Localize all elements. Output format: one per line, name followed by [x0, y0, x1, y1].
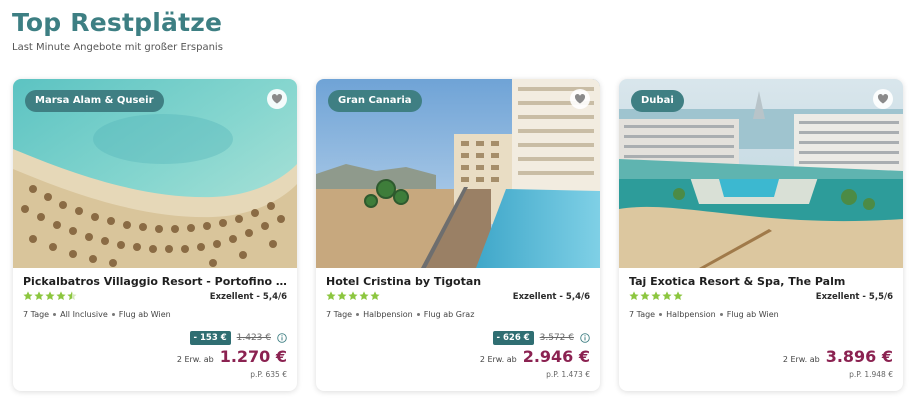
duration: 7 Tage	[629, 310, 656, 319]
star-icon	[45, 291, 55, 301]
half-star-icon	[67, 291, 77, 301]
duration: 7 Tage	[326, 310, 353, 319]
region-badge: Dubai	[631, 90, 684, 112]
price-row: 2 Erw. ab 3.896 €	[783, 347, 893, 367]
discount-badge: - 626 €	[492, 331, 534, 345]
section-title: Top Restplätze	[12, 8, 223, 37]
total-price: 1.270 €	[219, 347, 287, 366]
star-icon	[337, 291, 347, 301]
persons-label: 2 Erw. ab	[479, 355, 517, 364]
hotel-name[interactable]: Hotel Cristina by Tigotan	[326, 275, 592, 288]
offer-details: 7 Tage Halbpension Flug ab Wien	[629, 310, 779, 319]
departure-airport: Flug ab Wien	[726, 310, 779, 319]
persons-label: 2 Erw. ab	[176, 355, 214, 364]
price-row: 2 Erw. ab 1.270 €	[177, 347, 287, 367]
old-price: 1.423 €	[236, 333, 271, 343]
star-icon	[640, 291, 650, 301]
guest-rating: Exzellent - 5,4/6	[209, 292, 287, 302]
discount-row: - 153 € 1.423 €	[189, 331, 287, 345]
hotel-name[interactable]: Pickalbatros Villaggio Resort - Portofin…	[23, 275, 289, 288]
star-icon	[359, 291, 369, 301]
star-icon	[662, 291, 672, 301]
star-rating	[326, 291, 380, 301]
price-per-person: p.P. 1.948 €	[849, 370, 893, 379]
offer-card-gran-canaria[interactable]: Gran Canaria Hotel Cristina by Tigotan E…	[316, 79, 600, 391]
departure-airport: Flug ab Graz	[423, 310, 475, 319]
star-icon	[629, 291, 639, 301]
info-icon[interactable]	[580, 333, 590, 343]
persons-label: 2 Erw. ab	[782, 355, 820, 364]
hotel-name[interactable]: Taj Exotica Resort & Spa, The Palm	[629, 275, 895, 288]
price-per-person: p.P. 635 €	[250, 370, 287, 379]
section-subtitle: Last Minute Angebote mit großer Erspanis	[12, 42, 223, 53]
total-price: 2.946 €	[522, 347, 590, 366]
star-icon	[23, 291, 33, 301]
star-rating	[629, 291, 683, 301]
discount-badge: - 153 €	[189, 331, 231, 345]
offer-card-marsa-alam[interactable]: Marsa Alam & Quseir Pickalbatros Villagg…	[13, 79, 297, 391]
price-per-person: p.P. 1.473 €	[546, 370, 590, 379]
star-icon	[673, 291, 683, 301]
old-price: 3.572 €	[539, 333, 574, 343]
board-type: All Inclusive	[60, 310, 108, 319]
offer-details: 7 Tage Halbpension Flug ab Graz	[326, 310, 474, 319]
star-icon	[348, 291, 358, 301]
favorite-heart-icon[interactable]	[873, 89, 893, 109]
price-row: 2 Erw. ab 2.946 €	[480, 347, 590, 367]
star-icon	[326, 291, 336, 301]
offer-card-dubai[interactable]: Dubai Taj Exotica Resort & Spa, The Palm…	[619, 79, 903, 391]
guest-rating: Exzellent - 5,5/6	[815, 292, 893, 302]
board-type: Halbpension	[666, 310, 716, 319]
star-icon	[56, 291, 66, 301]
board-type: Halbpension	[363, 310, 413, 319]
favorite-heart-icon[interactable]	[267, 89, 287, 109]
total-price: 3.896 €	[825, 347, 893, 366]
discount-row: - 626 € 3.572 €	[492, 331, 590, 345]
star-rating	[23, 291, 77, 301]
duration: 7 Tage	[23, 310, 50, 319]
hotel-photo[interactable]: Dubai	[619, 79, 903, 268]
star-icon	[370, 291, 380, 301]
hotel-photo[interactable]: Marsa Alam & Quseir	[13, 79, 297, 268]
info-icon[interactable]	[277, 333, 287, 343]
hotel-photo[interactable]: Gran Canaria	[316, 79, 600, 268]
star-icon	[34, 291, 44, 301]
favorite-heart-icon[interactable]	[570, 89, 590, 109]
region-badge: Gran Canaria	[328, 90, 422, 112]
star-icon	[651, 291, 661, 301]
departure-airport: Flug ab Wien	[118, 310, 171, 319]
region-badge: Marsa Alam & Quseir	[25, 90, 164, 112]
offer-details: 7 Tage All Inclusive Flug ab Wien	[23, 310, 171, 319]
guest-rating: Exzellent - 5,4/6	[512, 292, 590, 302]
